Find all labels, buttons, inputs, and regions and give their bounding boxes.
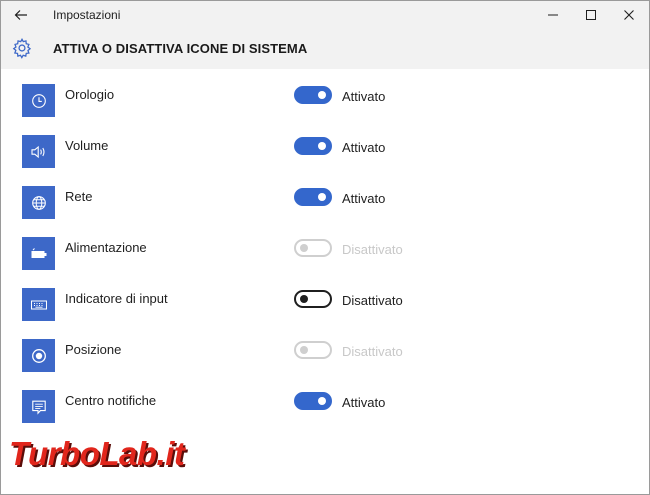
location-icon	[31, 348, 46, 363]
toggle-knob	[318, 142, 326, 150]
state-label: Attivato	[342, 191, 386, 206]
toggle-knob	[318, 91, 326, 99]
title-bar: Impostazioni	[1, 1, 649, 29]
tile-alimentazione	[22, 237, 55, 270]
minimize-icon	[548, 14, 558, 16]
globe-icon	[31, 195, 46, 210]
state-label: Disattivato	[342, 344, 403, 359]
tile-rete	[22, 186, 55, 219]
tile-posizione	[22, 339, 55, 372]
page-header: ATTIVA O DISATTIVA ICONE DI SISTEMA	[1, 29, 649, 69]
app-title: Impostazioni	[53, 8, 121, 22]
notification-icon	[31, 400, 46, 415]
keyboard-icon	[30, 300, 47, 309]
item-label: Indicatore di input	[65, 291, 168, 306]
toggle-volume[interactable]	[294, 137, 332, 155]
tile-indicatore-input	[22, 288, 55, 321]
settings-window: Impostazioni ATTIVA O DISATTIVA ICONE DI…	[0, 0, 650, 495]
toggle-knob	[318, 397, 326, 405]
toggle-knob	[300, 244, 308, 252]
toggle-knob	[300, 346, 308, 354]
state-label: Attivato	[342, 395, 386, 410]
item-label: Volume	[65, 138, 109, 153]
turbolab-watermark: TurboLab.it	[9, 435, 185, 472]
list-item-indicatore-input: Indicatore di input Disattivato	[1, 273, 649, 324]
list-item-alimentazione: Alimentazione Disattivato	[1, 222, 649, 273]
list-item-orologio: Orologio Attivato	[1, 69, 649, 120]
state-label: Disattivato	[342, 293, 403, 308]
toggle-alimentazione[interactable]	[294, 239, 332, 257]
back-arrow-icon	[14, 10, 27, 20]
list-item-centro-notifiche: Centro notifiche Attivato	[1, 375, 649, 426]
clock-icon	[31, 93, 46, 108]
item-label: Rete	[65, 189, 93, 204]
toggle-orologio[interactable]	[294, 86, 332, 104]
back-button[interactable]	[9, 5, 33, 25]
list-item-posizione: Posizione Disattivato	[1, 324, 649, 375]
state-label: Attivato	[342, 140, 386, 155]
battery-icon	[31, 247, 46, 258]
item-label: Alimentazione	[65, 240, 147, 255]
tile-volume	[22, 135, 55, 168]
state-label: Disattivato	[342, 242, 403, 257]
system-icons-list: Orologio Attivato Volume Attivato Rete A…	[1, 69, 649, 494]
maximize-icon	[586, 10, 596, 20]
toggle-indicatore-input[interactable]	[294, 290, 332, 308]
item-label: Posizione	[65, 342, 122, 357]
list-item-rete: Rete Attivato	[1, 171, 649, 222]
page-title: ATTIVA O DISATTIVA ICONE DI SISTEMA	[53, 41, 308, 56]
close-button[interactable]	[607, 1, 649, 29]
close-icon	[624, 10, 634, 20]
list-item-volume: Volume Attivato	[1, 120, 649, 171]
tile-orologio	[22, 84, 55, 117]
item-label: Orologio	[65, 87, 115, 102]
speaker-icon	[30, 145, 45, 158]
toggle-posizione[interactable]	[294, 341, 332, 359]
toggle-knob	[318, 193, 326, 201]
toggle-centro-notifiche[interactable]	[294, 392, 332, 410]
tile-centro-notifiche	[22, 390, 55, 423]
state-label: Attivato	[342, 89, 386, 104]
item-label: Centro notifiche	[65, 393, 157, 408]
gear-icon	[12, 37, 32, 59]
toggle-knob	[300, 295, 308, 303]
toggle-rete[interactable]	[294, 188, 332, 206]
